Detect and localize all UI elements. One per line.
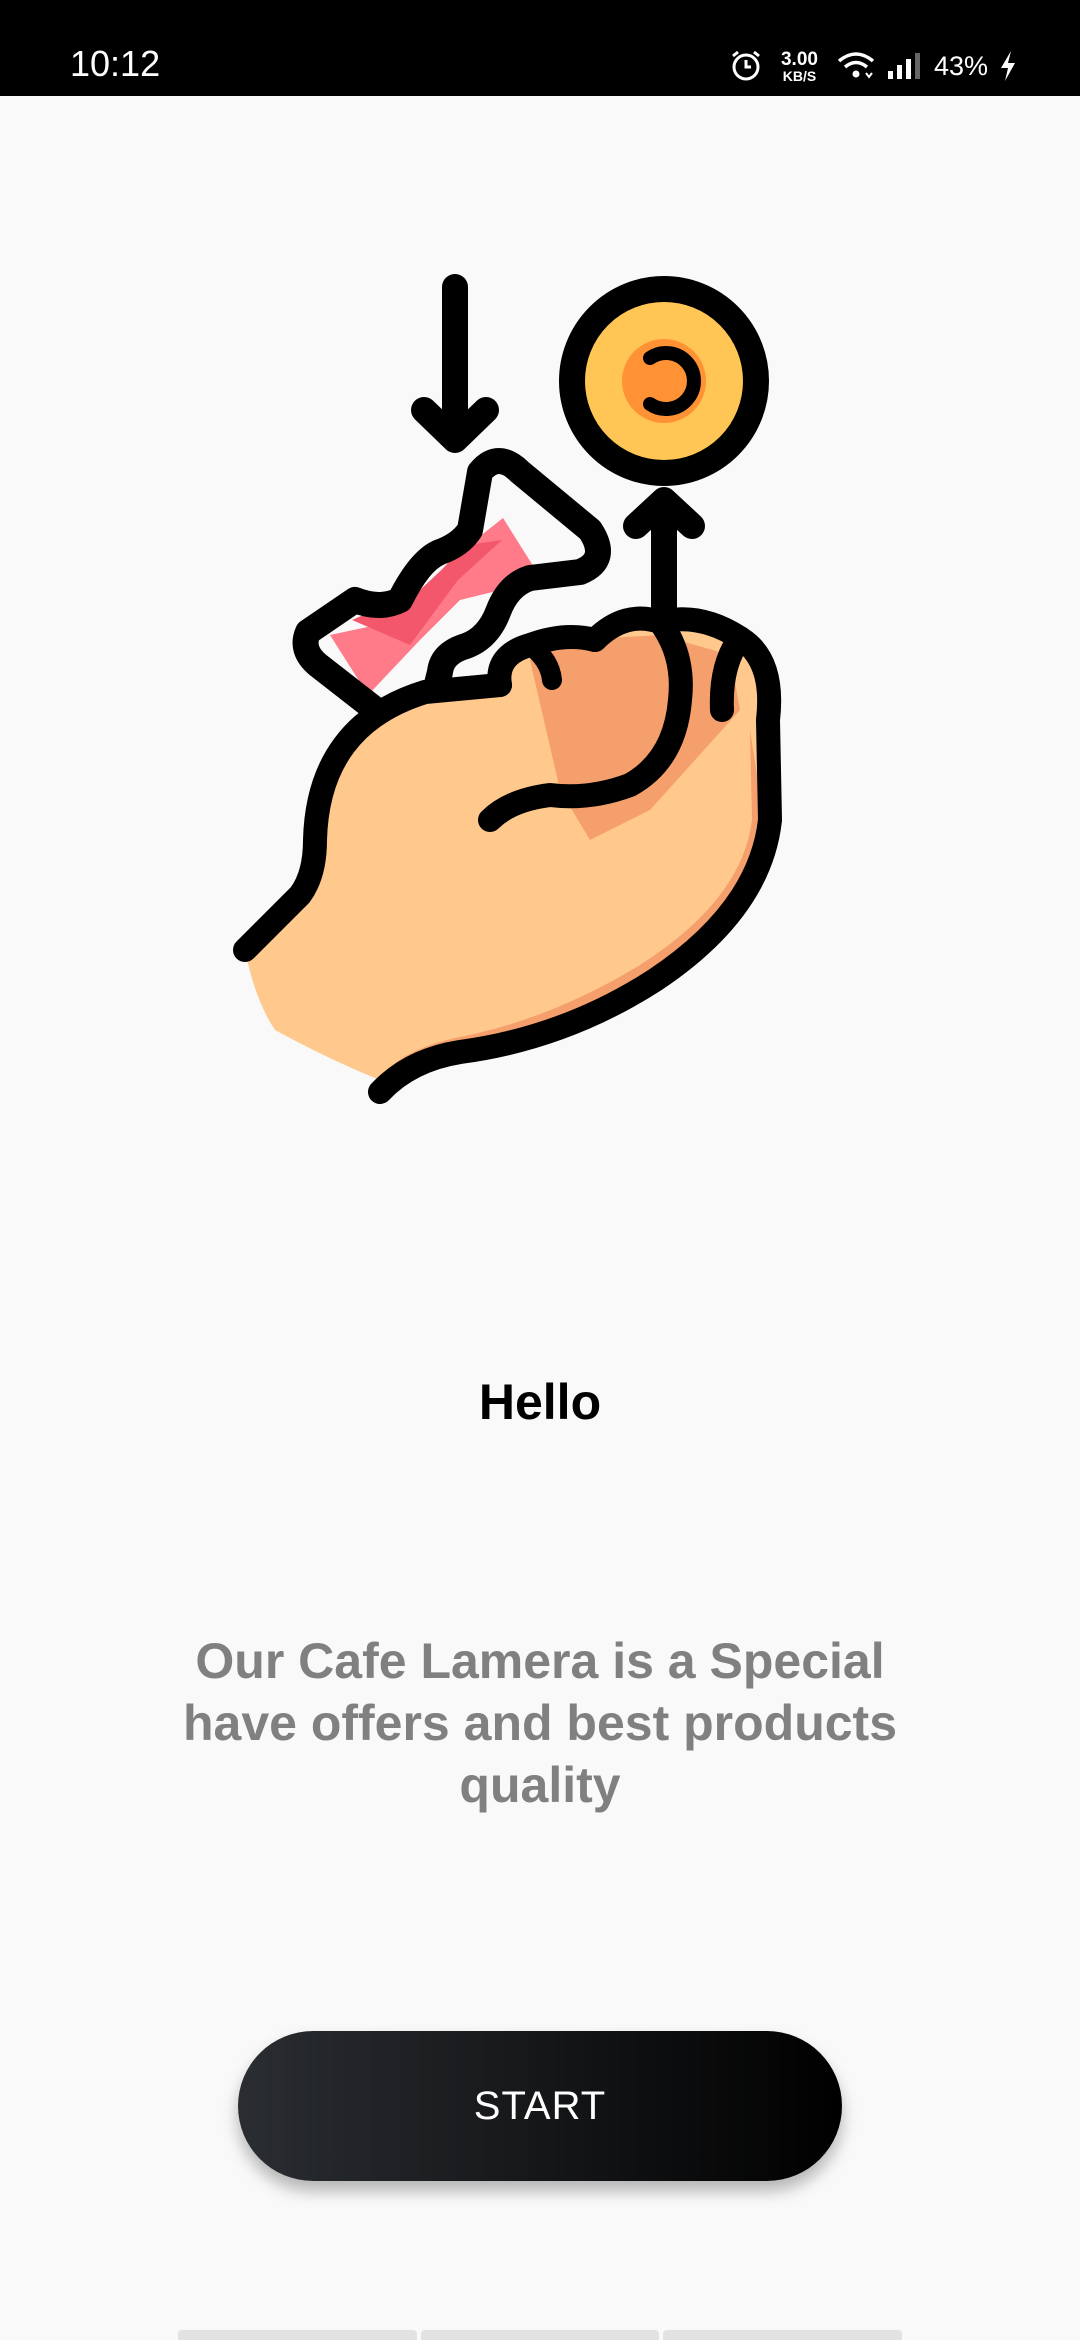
start-button[interactable]: START bbox=[238, 2031, 842, 2181]
welcome-description: Our Cafe Lamera is a Special have offers… bbox=[182, 1633, 898, 1813]
status-time: 10:12 bbox=[70, 43, 161, 84]
wifi-icon bbox=[837, 52, 875, 79]
status-icons: 3.00 KB/S 43% bbox=[729, 46, 1018, 86]
coin-icon bbox=[559, 276, 769, 486]
page-indicator-segment bbox=[663, 2330, 903, 2340]
network-speed-value: 3.00 bbox=[780, 48, 818, 70]
signal-icon bbox=[887, 53, 920, 79]
battery-percent: 43% bbox=[933, 50, 988, 81]
alarm-icon bbox=[732, 50, 760, 81]
onboarding-screen: 10:12 3.00 KB/S 43% Hello Our Cafe Lamer… bbox=[0, 0, 1080, 2340]
page-indicator-segment bbox=[178, 2330, 417, 2340]
greeting-title: Hello bbox=[478, 1374, 602, 1430]
network-speed: 3.00 KB/S bbox=[781, 50, 818, 83]
up-arrow-icon bbox=[623, 487, 705, 633]
page-indicator bbox=[178, 2330, 903, 2340]
down-arrow-icon bbox=[411, 274, 499, 453]
status-bar: 10:12 3.00 KB/S 43% bbox=[0, 0, 1080, 96]
page-indicator-segment bbox=[420, 2330, 660, 2340]
charging-icon bbox=[1001, 51, 1015, 81]
hand-candy-coin-illustration bbox=[233, 274, 782, 1104]
network-speed-unit: KB/S bbox=[782, 67, 817, 84]
